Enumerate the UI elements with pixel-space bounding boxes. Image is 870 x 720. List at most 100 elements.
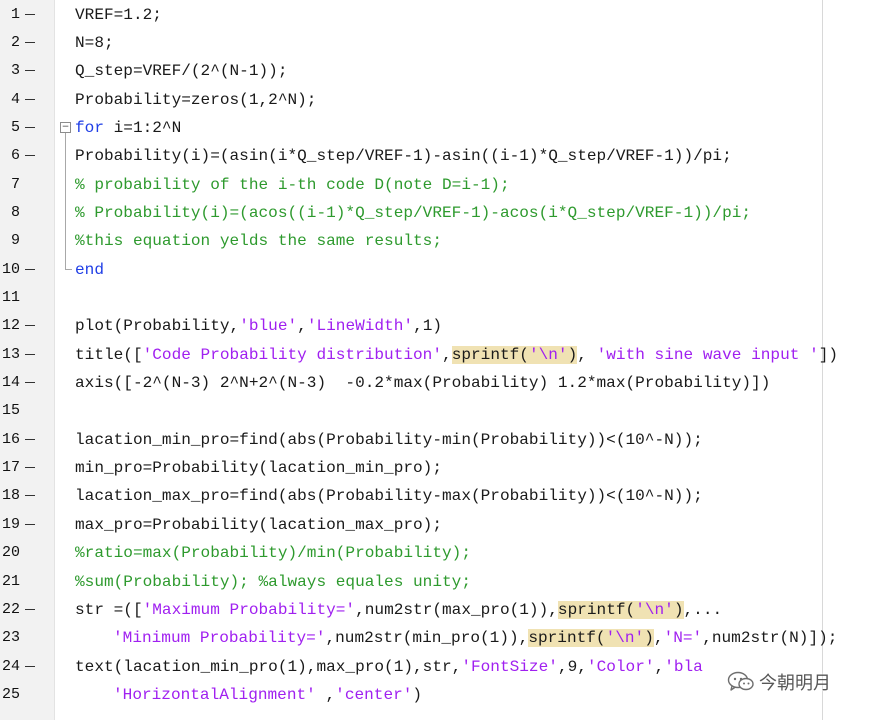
code-text: Q_step=VREF/(2^(N-1)); <box>75 57 287 85</box>
code-token: lacation_min_pro=find(abs(Probability-mi… <box>75 430 703 449</box>
highlighted-token: ) <box>673 600 684 619</box>
code-line[interactable]: 7 % probability of the i-th code D(note D… <box>0 171 870 199</box>
line-number: 10 <box>1 260 20 278</box>
breakpoint-marker[interactable] <box>25 353 35 355</box>
code-token: str =([ <box>75 600 143 619</box>
code-line[interactable]: 19 max_pro=Probability(lacation_max_pro); <box>0 511 870 539</box>
highlighted-token: sprintf( <box>528 629 606 648</box>
code-line[interactable]: 23 'Minimum Probability=',num2str(min_pro… <box>0 624 870 652</box>
line-number: 18 <box>1 487 20 505</box>
fold-range-end <box>65 269 72 270</box>
code-text: %this equation yelds the same results; <box>75 227 442 255</box>
code-token: ,num2str(max_pro(1)), <box>355 600 558 619</box>
breakpoint-marker[interactable] <box>25 665 35 667</box>
code-line[interactable]: 5 for i=1:2^N <box>0 114 870 142</box>
code-text: lacation_max_pro=find(abs(Probability-ma… <box>75 482 703 510</box>
line-number: 25 <box>1 685 20 703</box>
code-line[interactable]: 13 title(['Code Probability distribution'… <box>0 341 870 369</box>
breakpoint-marker[interactable] <box>25 382 35 384</box>
line-number: 14 <box>1 374 20 392</box>
code-line[interactable]: 14 axis([-2^(N-3) 2^N+2^(N-3) -0.2*max(Pr… <box>0 369 870 397</box>
line-number: 21 <box>1 572 20 590</box>
string-token: 'with sine wave input ' <box>596 345 819 364</box>
code-line[interactable]: 9 %this equation yelds the same results; <box>0 227 870 255</box>
watermark-text: 今朝明月 <box>759 673 831 694</box>
code-line[interactable]: 18 lacation_max_pro=find(abs(Probability-… <box>0 482 870 510</box>
line-number: 5 <box>10 118 20 136</box>
code-text: plot(Probability,'blue','LineWidth',1) <box>75 312 442 340</box>
line-number: 1 <box>10 5 20 23</box>
code-token: , <box>654 657 665 676</box>
code-token: Probability=zeros(1,2^N); <box>75 90 317 109</box>
code-token: ,... <box>683 600 723 619</box>
code-text: end <box>75 256 104 284</box>
code-text: for i=1:2^N <box>75 114 181 142</box>
code-text: N=8; <box>75 29 114 57</box>
code-line[interactable]: 17 min_pro=Probability(lacation_min_pro); <box>0 454 870 482</box>
string-token: 'N=' <box>663 629 703 648</box>
line-number: 23 <box>1 629 20 647</box>
comment-token: % probability of the i-th code D(note D=… <box>75 175 510 194</box>
code-line[interactable]: 16 lacation_min_pro=find(abs(Probability-… <box>0 426 870 454</box>
code-line[interactable]: 20 %ratio=max(Probability)/min(Probabilit… <box>0 539 870 567</box>
line-number: 2 <box>10 33 20 51</box>
code-line[interactable]: 21 %sum(Probability); %always equales uni… <box>0 568 870 596</box>
code-token: title([ <box>75 345 143 364</box>
breakpoint-marker[interactable] <box>25 98 35 100</box>
code-line[interactable]: 1 VREF=1.2; <box>0 1 870 29</box>
string-token: 'blue' <box>239 317 298 336</box>
code-token: axis([-2^(N-3) 2^N+2^(N-3) -0.2*max(Prob… <box>75 374 771 393</box>
breakpoint-marker[interactable] <box>25 608 35 610</box>
line-number: 16 <box>1 430 20 448</box>
highlighted-token: '\n' <box>635 600 674 619</box>
breakpoint-marker[interactable] <box>25 126 35 128</box>
line-number: 8 <box>10 203 20 221</box>
line-number: 9 <box>10 232 20 250</box>
code-line[interactable]: 12 plot(Probability,'blue','LineWidth',1) <box>0 312 870 340</box>
highlighted-token: '\n' <box>528 345 568 364</box>
highlighted-token: sprintf( <box>451 345 529 364</box>
highlighted-token: ) <box>644 629 654 648</box>
code-token: Probability(i)=(asin(i*Q_step/VREF-1)-as… <box>75 147 732 166</box>
highlighted-token: '\n' <box>605 629 645 648</box>
code-line[interactable]: 2 N=8; <box>0 29 870 57</box>
breakpoint-marker[interactable] <box>25 523 35 525</box>
code-line[interactable]: 4 Probability=zeros(1,2^N); <box>0 86 870 114</box>
line-number: 3 <box>10 62 20 80</box>
string-token: 'Code Probability distribution' <box>142 345 443 364</box>
line-number: 19 <box>1 515 20 533</box>
code-line[interactable]: 6 Probability(i)=(asin(i*Q_step/VREF-1)-a… <box>0 142 870 170</box>
breakpoint-marker[interactable] <box>25 495 35 497</box>
code-token: , <box>315 685 336 704</box>
watermark: 今朝明月 <box>727 668 831 696</box>
code-line[interactable]: 15 <box>0 397 870 425</box>
line-number: 24 <box>1 657 20 675</box>
code-line[interactable]: 22 str =(['Maximum Probability=',num2str(… <box>0 596 870 624</box>
code-token: plot(Probability, <box>75 317 240 336</box>
line-number: 17 <box>1 459 20 477</box>
breakpoint-marker[interactable] <box>25 325 35 327</box>
code-token: , <box>653 629 664 648</box>
comment-token: %sum(Probability); %always equales unity… <box>75 572 471 591</box>
breakpoint-marker[interactable] <box>25 70 35 72</box>
code-line[interactable]: 8 % Probability(i)=(acos((i-1)*Q_step/VRE… <box>0 199 870 227</box>
breakpoint-marker[interactable] <box>25 155 35 157</box>
code-text: text(lacation_min_pro(1),max_pro(1),str,… <box>75 653 703 681</box>
comment-token: %ratio=max(Probability)/min(Probability)… <box>75 544 471 563</box>
code-token: lacation_max_pro=find(abs(Probability-ma… <box>75 487 703 506</box>
code-token: ,9, <box>557 657 587 676</box>
breakpoint-marker[interactable] <box>25 268 35 270</box>
line-number: 7 <box>10 175 20 193</box>
code-line[interactable]: 10 end <box>0 256 870 284</box>
code-line[interactable]: 3 Q_step=VREF/(2^(N-1)); <box>0 57 870 85</box>
code-line[interactable]: 11 <box>0 284 870 312</box>
breakpoint-marker[interactable] <box>25 438 35 440</box>
line-number: 4 <box>10 90 20 108</box>
highlighted-token: sprintf( <box>557 600 636 619</box>
line-number: 20 <box>1 544 20 562</box>
line-number: 12 <box>1 317 20 335</box>
fold-toggle-icon[interactable]: − <box>60 122 71 133</box>
breakpoint-marker[interactable] <box>25 467 35 469</box>
breakpoint-marker[interactable] <box>25 41 35 43</box>
breakpoint-marker[interactable] <box>25 13 35 15</box>
